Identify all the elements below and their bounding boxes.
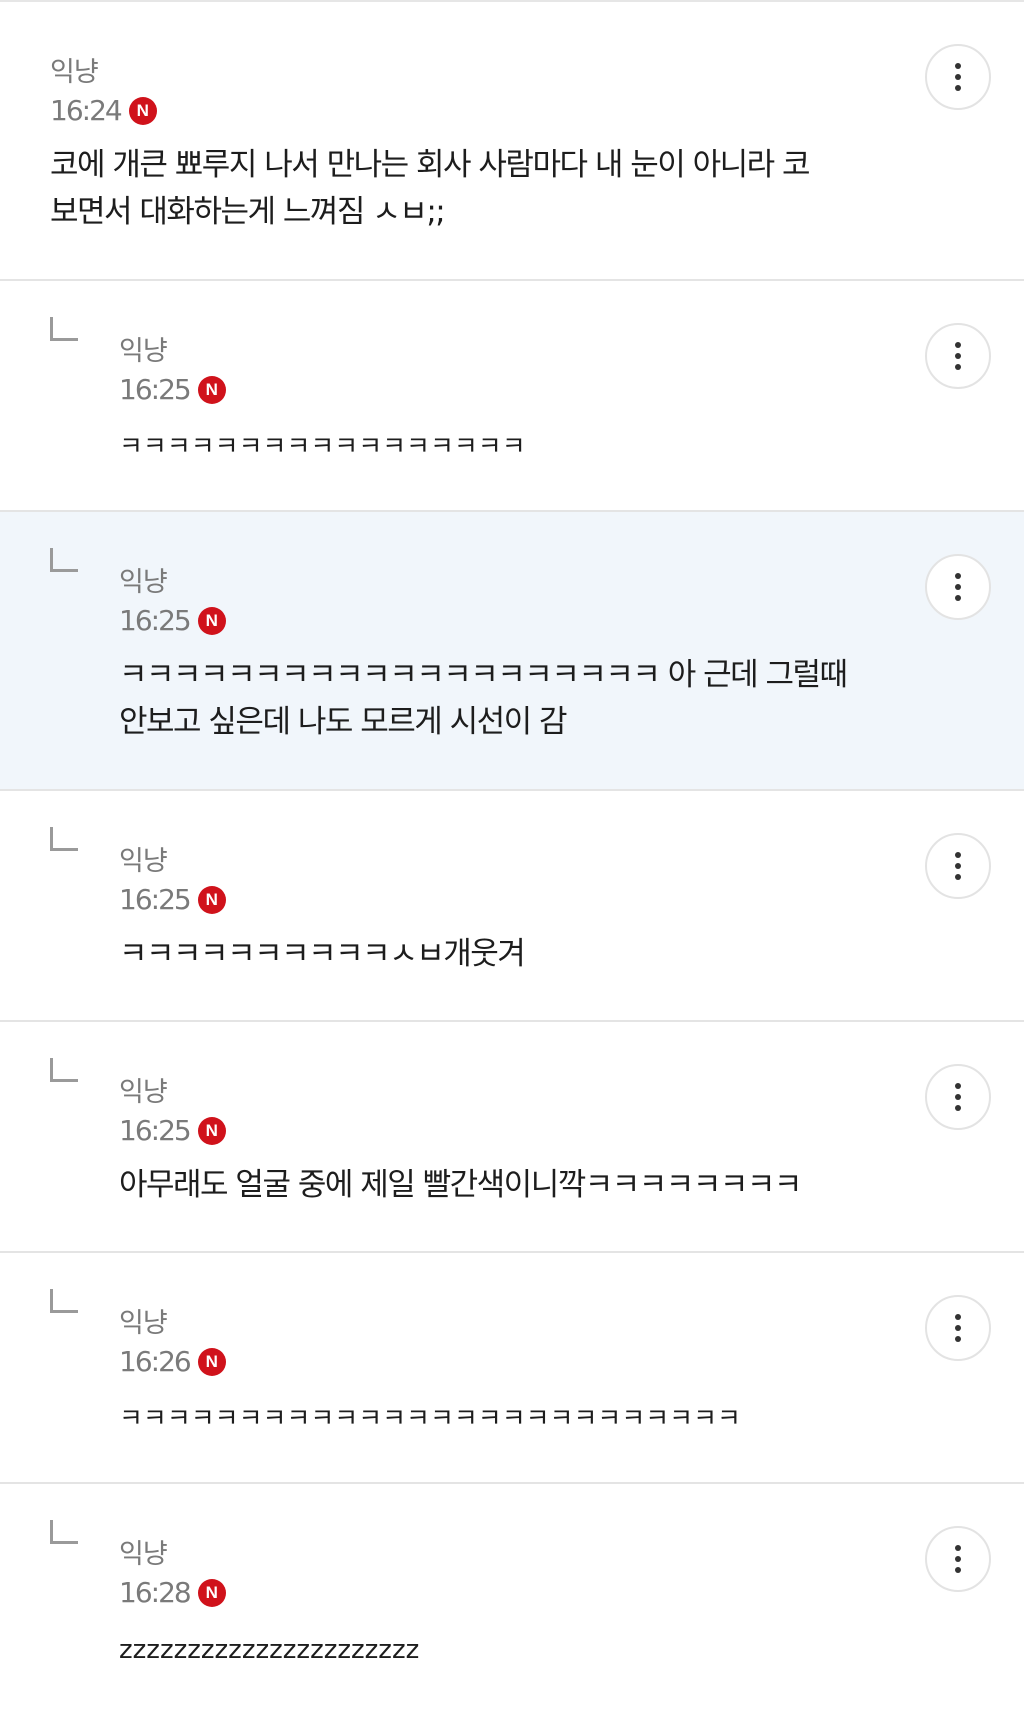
comment-time: 16:26 bbox=[119, 1345, 192, 1378]
new-badge: N bbox=[197, 606, 226, 635]
comment-meta: 16:25 N bbox=[119, 604, 226, 637]
comment-meta: 16:25 N bbox=[119, 373, 226, 406]
more-vertical-icon bbox=[955, 1545, 961, 1573]
comment-meta: 16:24 N bbox=[50, 94, 157, 127]
reply-arrow-icon bbox=[50, 1289, 78, 1313]
new-badge: N bbox=[197, 1578, 226, 1607]
reply-arrow-icon bbox=[50, 827, 78, 851]
reply-item: 익냥 16:26 N ㅋㅋㅋㅋㅋㅋㅋㅋㅋㅋㅋㅋㅋㅋㅋㅋㅋㅋㅋㅋㅋㅋㅋㅋㅋㅋ bbox=[0, 1253, 1024, 1484]
new-badge: N bbox=[128, 96, 157, 125]
reply-arrow-icon bbox=[50, 1520, 78, 1544]
reply-item: 익냥 16:25 N 아무래도 얼굴 중에 제일 빨간색이니깍ㅋㅋㅋㅋㅋㅋㅋㅋ bbox=[0, 1022, 1024, 1253]
comment-time: 16:28 bbox=[119, 1576, 192, 1609]
reply-item: 익냥 16:28 N zzzzzzzzzzzzzzzzzzzzzz bbox=[0, 1484, 1024, 1715]
more-options-button[interactable] bbox=[925, 44, 991, 110]
comment-text: ㅋㅋㅋㅋㅋㅋㅋㅋㅋㅋㅋㅋㅋㅋㅋㅋㅋ bbox=[119, 432, 526, 462]
reply-item: 익냥 16:25 N ㅋㅋㅋㅋㅋㅋㅋㅋㅋㅋㅅㅂ개웃겨 bbox=[0, 791, 1024, 1022]
comment-author: 익냥 bbox=[119, 1077, 168, 1108]
reply-arrow-icon bbox=[50, 1058, 78, 1082]
comment-author: 익냥 bbox=[119, 1539, 168, 1570]
comment-item: 익냥 16:24 N 코에 개큰 뾰루지 나서 만나는 회사 사람마다 내 눈이… bbox=[0, 2, 1024, 281]
comment-text: zzzzzzzzzzzzzzzzzzzzzz bbox=[119, 1635, 420, 1665]
comment-text: ㅋㅋㅋㅋㅋㅋㅋㅋㅋㅋㅋㅋㅋㅋㅋㅋㅋㅋㅋㅋ 아 근데 그럴때 안보고 싶은데 나도… bbox=[119, 657, 848, 740]
comment-author: 익냥 bbox=[119, 1308, 168, 1339]
comment-time: 16:25 bbox=[119, 883, 192, 916]
comment-time: 16:25 bbox=[119, 1114, 192, 1147]
more-vertical-icon bbox=[955, 342, 961, 370]
comment-text: ㅋㅋㅋㅋㅋㅋㅋㅋㅋㅋㅅㅂ개웃겨 bbox=[119, 936, 526, 972]
comment-list: 익냥 16:24 N 코에 개큰 뾰루지 나서 만나는 회사 사람마다 내 눈이… bbox=[0, 0, 1024, 1715]
more-options-button[interactable] bbox=[925, 323, 991, 389]
comment-author: 익냥 bbox=[119, 336, 168, 367]
more-options-button[interactable] bbox=[925, 554, 991, 620]
new-badge: N bbox=[197, 1347, 226, 1376]
more-options-button[interactable] bbox=[925, 1526, 991, 1592]
new-badge: N bbox=[197, 885, 226, 914]
new-badge: N bbox=[197, 1116, 226, 1145]
comment-author: 익냥 bbox=[119, 846, 168, 877]
more-options-button[interactable] bbox=[925, 1064, 991, 1130]
comment-time: 16:25 bbox=[119, 604, 192, 637]
reply-arrow-icon bbox=[50, 548, 78, 572]
more-vertical-icon bbox=[955, 1314, 961, 1342]
more-vertical-icon bbox=[955, 573, 961, 601]
more-vertical-icon bbox=[955, 1083, 961, 1111]
comment-meta: 16:28 N bbox=[119, 1576, 226, 1609]
comment-author: 익냥 bbox=[50, 57, 99, 88]
new-badge: N bbox=[197, 375, 226, 404]
more-options-button[interactable] bbox=[925, 1295, 991, 1361]
more-options-button[interactable] bbox=[925, 833, 991, 899]
comment-time: 16:24 bbox=[50, 94, 123, 127]
more-vertical-icon bbox=[955, 852, 961, 880]
comment-text: 코에 개큰 뾰루지 나서 만나는 회사 사람마다 내 눈이 아니라 코 보면서 … bbox=[50, 147, 811, 230]
comment-author: 익냥 bbox=[119, 567, 168, 598]
comment-text: 아무래도 얼굴 중에 제일 빨간색이니깍ㅋㅋㅋㅋㅋㅋㅋㅋ bbox=[119, 1167, 802, 1203]
comment-meta: 16:26 N bbox=[119, 1345, 226, 1378]
reply-item: 익냥 16:25 N ㅋㅋㅋㅋㅋㅋㅋㅋㅋㅋㅋㅋㅋㅋㅋㅋㅋ bbox=[0, 281, 1024, 512]
more-vertical-icon bbox=[955, 63, 961, 91]
comment-text: ㅋㅋㅋㅋㅋㅋㅋㅋㅋㅋㅋㅋㅋㅋㅋㅋㅋㅋㅋㅋㅋㅋㅋㅋㅋㅋ bbox=[119, 1404, 741, 1434]
reply-item-highlighted: 익냥 16:25 N ㅋㅋㅋㅋㅋㅋㅋㅋㅋㅋㅋㅋㅋㅋㅋㅋㅋㅋㅋㅋ 아 근데 그럴때… bbox=[0, 512, 1024, 791]
comment-time: 16:25 bbox=[119, 373, 192, 406]
comment-meta: 16:25 N bbox=[119, 883, 226, 916]
comment-meta: 16:25 N bbox=[119, 1114, 226, 1147]
reply-arrow-icon bbox=[50, 317, 78, 341]
